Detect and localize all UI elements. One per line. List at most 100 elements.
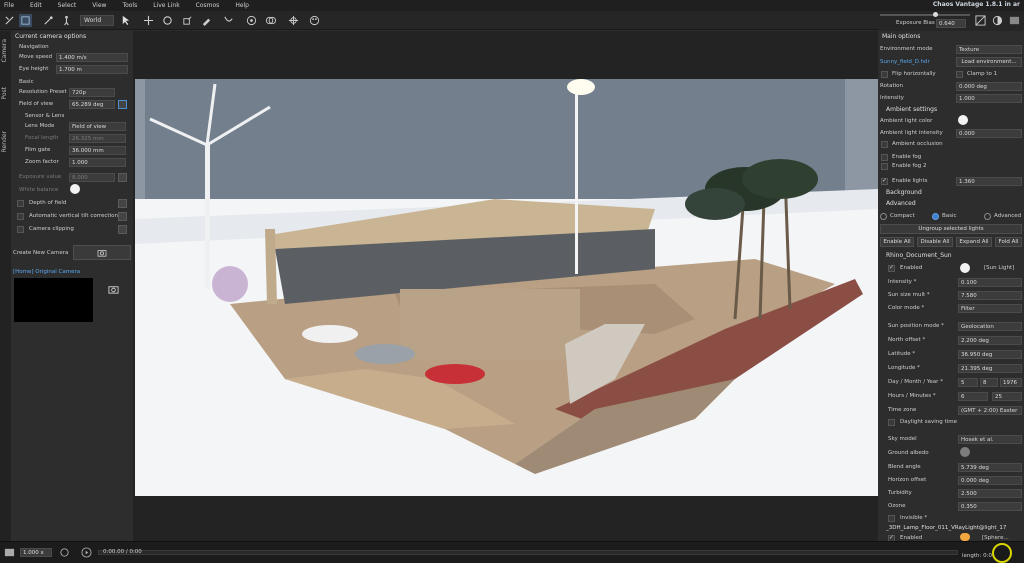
rotation-field[interactable]: 0.000 deg bbox=[956, 82, 1022, 91]
auto-exposure-icon[interactable] bbox=[974, 14, 987, 27]
coordinate-space-select[interactable]: World bbox=[80, 15, 114, 26]
tab-post[interactable]: Post bbox=[1, 87, 8, 100]
disable-all-button[interactable]: Disable All bbox=[917, 237, 953, 247]
scale-icon[interactable] bbox=[181, 14, 194, 27]
create-camera-button[interactable] bbox=[73, 245, 131, 260]
select-tool-icon[interactable] bbox=[19, 14, 32, 27]
hdr-file-link[interactable]: Sunny_field_D.hdr bbox=[880, 59, 930, 65]
avtc-settings-button[interactable] bbox=[118, 212, 127, 221]
sun-size-field[interactable]: 7.580 bbox=[958, 291, 1022, 300]
material-picker-icon[interactable] bbox=[200, 14, 213, 27]
play-icon[interactable] bbox=[80, 546, 93, 559]
sun-color-swatch[interactable] bbox=[960, 263, 970, 273]
walk-icon[interactable] bbox=[60, 14, 73, 27]
exposure-value[interactable]: 0.640 bbox=[936, 19, 966, 28]
loop-icon[interactable] bbox=[58, 546, 71, 559]
sun-light-header[interactable]: Rhino_Document_Sun bbox=[886, 252, 952, 259]
exposure-slider-handle[interactable] bbox=[933, 12, 938, 17]
avtc-checkbox[interactable] bbox=[17, 213, 24, 220]
exposure-value-field[interactable]: 8.000 bbox=[69, 173, 115, 182]
month-field[interactable]: 8 bbox=[980, 378, 998, 387]
move-icon[interactable] bbox=[142, 14, 155, 27]
lights-checkbox[interactable] bbox=[881, 177, 888, 185]
section-camera-options[interactable]: Current camera options bbox=[15, 33, 86, 40]
film-icon[interactable] bbox=[3, 546, 16, 559]
menu-help[interactable]: Help bbox=[235, 2, 249, 9]
horizon-offset-field[interactable]: 0.000 deg bbox=[958, 476, 1022, 485]
ungroup-button[interactable]: Ungroup selected lights bbox=[880, 224, 1022, 234]
layers-icon[interactable] bbox=[264, 14, 277, 27]
sun-enabled-checkbox[interactable] bbox=[888, 264, 895, 272]
lens-mode-select[interactable]: Field of view bbox=[69, 122, 126, 131]
zoom-factor-field[interactable]: 1.000 bbox=[69, 158, 126, 167]
exposure-slider[interactable] bbox=[880, 14, 970, 16]
white-balance-swatch[interactable] bbox=[70, 184, 80, 194]
clamp-checkbox[interactable] bbox=[956, 71, 963, 78]
color-mode-select[interactable]: Filter bbox=[958, 304, 1022, 313]
timeline-track[interactable] bbox=[98, 550, 958, 555]
year-field[interactable]: 1976 bbox=[1000, 378, 1022, 387]
menu-cosmos[interactable]: Cosmos bbox=[196, 2, 220, 9]
menu-edit[interactable]: Edit bbox=[30, 2, 42, 9]
mode-compact-radio[interactable] bbox=[880, 213, 887, 220]
exposure-lock-button[interactable] bbox=[118, 173, 127, 182]
minutes-field[interactable]: 25 bbox=[992, 392, 1022, 401]
env-mode-select[interactable]: Texture bbox=[956, 45, 1022, 54]
north-offset-field[interactable]: 2.200 deg bbox=[958, 336, 1022, 345]
ambient-intensity-field[interactable]: 0.000 bbox=[956, 129, 1022, 138]
section-ambient[interactable]: Ambient settings bbox=[886, 106, 937, 113]
fov-field[interactable]: 65.289 deg bbox=[69, 100, 115, 109]
lamp-color-swatch[interactable] bbox=[960, 533, 970, 541]
sensor-lens-header[interactable]: Sensor & Lens bbox=[25, 113, 64, 119]
day-field[interactable]: 5 bbox=[958, 378, 978, 387]
ozone-field[interactable]: 0.350 bbox=[958, 502, 1022, 511]
navigate-icon[interactable] bbox=[3, 14, 16, 27]
enable-all-button[interactable]: Enable All bbox=[880, 237, 914, 247]
camera-name[interactable]: [Home] Original Camera bbox=[13, 269, 80, 275]
expand-all-button[interactable]: Expand All bbox=[956, 237, 992, 247]
blend-angle-field[interactable]: 5.739 deg bbox=[958, 463, 1022, 472]
sky-model-select[interactable]: Hosek et al. bbox=[958, 435, 1022, 444]
hours-field[interactable]: 6 bbox=[958, 392, 988, 401]
menu-file[interactable]: File bbox=[4, 2, 14, 9]
section-advanced[interactable]: Advanced bbox=[886, 200, 916, 207]
clipping-checkbox[interactable] bbox=[17, 226, 24, 233]
menu-view[interactable]: View bbox=[92, 2, 106, 9]
turbidity-field[interactable]: 2.500 bbox=[958, 489, 1022, 498]
menu-select[interactable]: Select bbox=[58, 2, 77, 9]
ambient-occlusion-checkbox[interactable] bbox=[881, 141, 888, 148]
timezone-select[interactable]: (GMT + 2:00) Easter bbox=[958, 406, 1022, 415]
dst-checkbox[interactable] bbox=[888, 419, 895, 426]
image-icon[interactable] bbox=[1008, 14, 1021, 27]
viewport[interactable] bbox=[135, 79, 878, 496]
camera-snapshot-icon[interactable] bbox=[107, 283, 120, 296]
menu-live-link[interactable]: Live Link bbox=[153, 2, 179, 9]
pointer-icon[interactable] bbox=[119, 14, 132, 27]
clipping-settings-button[interactable] bbox=[118, 225, 127, 234]
ground-albedo-swatch[interactable] bbox=[960, 447, 970, 457]
focal-length-field[interactable]: 26.325 mm bbox=[69, 134, 126, 143]
dof-checkbox[interactable] bbox=[17, 200, 24, 207]
wand-icon[interactable] bbox=[42, 14, 55, 27]
mode-basic-radio[interactable] bbox=[932, 213, 939, 220]
fog-checkbox[interactable] bbox=[881, 154, 888, 161]
ambient-color-swatch[interactable] bbox=[958, 115, 968, 125]
film-gate-field[interactable]: 36.000 mm bbox=[69, 146, 126, 155]
move-speed-field[interactable]: 1.400 m/s bbox=[56, 53, 128, 62]
rotate-icon[interactable] bbox=[161, 14, 174, 27]
tab-render[interactable]: Render bbox=[1, 131, 8, 152]
longitude-field[interactable]: 21.395 deg bbox=[958, 364, 1022, 373]
latitude-field[interactable]: 36.950 deg bbox=[958, 350, 1022, 359]
flip-checkbox[interactable] bbox=[881, 71, 888, 78]
dof-settings-button[interactable] bbox=[118, 199, 127, 208]
sun-position-select[interactable]: Geolocation bbox=[958, 322, 1022, 331]
render-icon[interactable] bbox=[245, 14, 258, 27]
section-main-options[interactable]: Main options bbox=[882, 33, 920, 40]
contrast-icon[interactable] bbox=[991, 14, 1004, 27]
playback-speed-field[interactable]: 1.000 x bbox=[20, 548, 52, 557]
fov-lock-button[interactable] bbox=[118, 100, 127, 109]
lamp-light-header[interactable]: _3DH_Lamp_Floor_011_VRayLight@light_17 bbox=[886, 525, 1006, 531]
load-environment-button[interactable]: Load environment... bbox=[956, 57, 1022, 67]
fold-all-button[interactable]: Fold All bbox=[995, 237, 1022, 247]
camera-thumbnail[interactable] bbox=[14, 278, 93, 322]
